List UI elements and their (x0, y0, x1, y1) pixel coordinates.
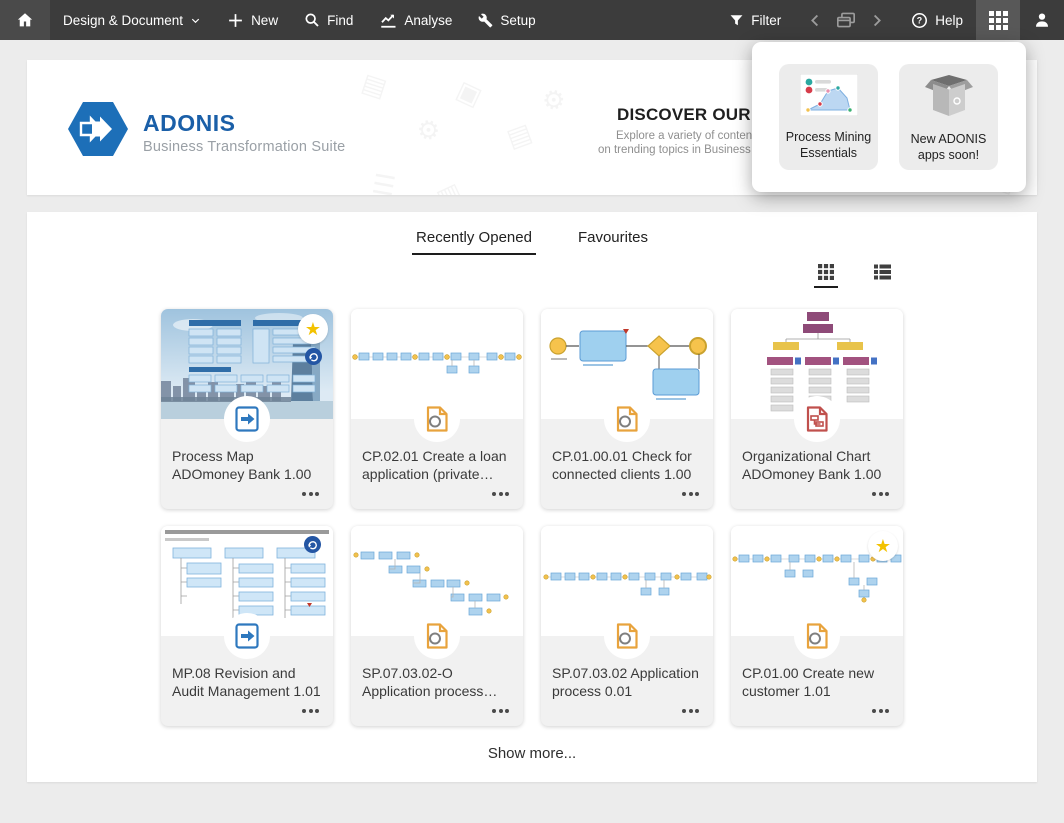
menu-setup[interactable]: Setup (465, 0, 548, 40)
tab-favourites[interactable]: Favourites (574, 229, 652, 255)
process-map-icon (224, 396, 270, 442)
banner-watermark-icon: ⚙ (538, 82, 569, 118)
card-title: CP.01.00.01 Check for connected clients … (552, 448, 692, 482)
show-more-link[interactable]: Show more... (27, 745, 1037, 762)
card-title: SP.07.03.02-O Application process… (362, 665, 498, 699)
business-process-icon (414, 396, 460, 442)
filter-label: Filter (751, 12, 782, 28)
model-card[interactable]: SP.07.03.02-O Application process… (351, 526, 523, 726)
top-navigation-bar: Design & Document New Find Analyse Setup… (0, 0, 1064, 40)
banner-watermark-icon: ▤ (358, 66, 391, 104)
search-icon (304, 12, 320, 28)
card-menu-icon[interactable] (490, 705, 511, 717)
card-menu-icon[interactable] (490, 488, 511, 500)
chevron-down-icon (190, 15, 201, 26)
help-icon: ? (911, 12, 928, 29)
model-card[interactable]: ★ CP.01.00 Create new customer 1.01 (731, 526, 903, 726)
card-menu-icon[interactable] (300, 488, 321, 500)
business-process-icon (794, 613, 840, 659)
banner-watermark-icon: ▥ (432, 176, 467, 195)
menu-analyse[interactable]: Analyse (366, 0, 465, 40)
card-title: Organizational Chart ADOmoney Bank 1.00 (742, 448, 882, 482)
model-card[interactable]: Organizational Chart ADOmoney Bank 1.00 (731, 309, 903, 509)
dashboard-panel: Recently Opened Favourites ★ Process Map… (27, 212, 1037, 782)
card-menu-icon[interactable] (680, 705, 701, 717)
process-mining-essentials-label: Process Mining Essentials (785, 130, 872, 161)
new-adonis-apps-label: New ADONIS apps soon! (910, 132, 987, 163)
menu-find[interactable]: Find (291, 0, 366, 40)
apps-popup: Process Mining Essentials New ADONIS app… (752, 42, 1026, 192)
forward-arrow-icon[interactable] (869, 13, 884, 28)
menu-design-document-label: Design & Document (63, 12, 184, 28)
menu-new-label: New (251, 12, 279, 28)
release-state-badge (304, 536, 321, 553)
banner-watermark-icon: ☰ (369, 168, 398, 195)
user-account-button[interactable] (1020, 0, 1064, 40)
card-menu-icon[interactable] (870, 488, 891, 500)
model-card-grid: ★ Process Map ADOmoney Bank 1.00 CP.02.0… (161, 309, 903, 726)
menu-analyse-label: Analyse (404, 12, 453, 28)
grid-view-toggle[interactable] (814, 264, 838, 288)
chart-icon (379, 11, 397, 29)
card-title: CP.02.01 Create a loan application (priv… (362, 448, 507, 482)
favourite-star-badge: ★ (298, 314, 328, 344)
model-card[interactable]: SP.07.03.02 Application process 0.01 (541, 526, 713, 726)
banner-watermark-icon: ▤ (502, 116, 536, 154)
view-toggles (814, 264, 891, 288)
home-button[interactable] (0, 0, 50, 40)
menu-find-label: Find (327, 12, 354, 28)
release-state-badge (305, 348, 322, 365)
windows-icon[interactable] (835, 11, 857, 29)
tab-recently-opened[interactable]: Recently Opened (412, 229, 536, 255)
filter-icon (729, 13, 744, 28)
card-menu-icon[interactable] (680, 488, 701, 500)
card-title: CP.01.00 Create new customer 1.01 (742, 665, 875, 699)
organizational-chart-icon (794, 396, 840, 442)
business-process-icon (414, 613, 460, 659)
user-icon (1033, 11, 1051, 29)
card-menu-icon[interactable] (300, 705, 321, 717)
home-icon (16, 11, 34, 29)
card-title: Process Map ADOmoney Bank 1.00 (172, 448, 312, 482)
banner-watermark-icon: ⚙ (414, 112, 444, 148)
card-title: SP.07.03.02 Application process 0.01 (552, 665, 699, 699)
card-menu-icon[interactable] (870, 705, 891, 717)
model-card[interactable]: CP.01.00.01 Check for connected clients … (541, 309, 713, 509)
model-card[interactable]: MP.08 Revision and Audit Management 1.01 (161, 526, 333, 726)
model-card[interactable]: ★ Process Map ADOmoney Bank 1.00 (161, 309, 333, 509)
plus-icon (227, 12, 244, 29)
process-map-icon (224, 613, 270, 659)
grid-apps-icon (988, 10, 1008, 30)
business-process-icon (604, 613, 650, 659)
back-arrow-icon[interactable] (808, 13, 823, 28)
grid-view-icon (818, 264, 834, 280)
svg-text:?: ? (917, 15, 922, 25)
filter-button[interactable]: Filter (716, 0, 794, 40)
adonis-logo (67, 101, 129, 162)
menu-design-document[interactable]: Design & Document (50, 0, 214, 40)
brand-title: ADONIS (143, 110, 236, 136)
apps-menu-button[interactable] (976, 0, 1020, 40)
wrench-icon (478, 13, 493, 28)
help-label: Help (935, 12, 963, 28)
new-adonis-apps-tile[interactable]: New ADONIS apps soon! (899, 64, 998, 170)
brand-subtitle: Business Transformation Suite (143, 139, 346, 155)
menu-new[interactable]: New (214, 0, 291, 40)
favourite-star-badge: ★ (868, 531, 898, 561)
process-mining-chart-image (799, 73, 858, 121)
banner-watermark-icon: ▣ (452, 74, 487, 112)
help-button[interactable]: ? Help (898, 0, 976, 40)
business-process-icon (604, 396, 650, 442)
open-box-icon (923, 74, 975, 123)
card-title: MP.08 Revision and Audit Management 1.01 (172, 665, 321, 699)
list-view-icon (874, 264, 891, 280)
menu-setup-label: Setup (500, 12, 536, 28)
list-view-toggle[interactable] (874, 264, 891, 280)
model-card[interactable]: CP.02.01 Create a loan application (priv… (351, 309, 523, 509)
process-mining-essentials-tile[interactable]: Process Mining Essentials (779, 64, 878, 170)
dashboard-tabs: Recently Opened Favourites (27, 212, 1037, 255)
